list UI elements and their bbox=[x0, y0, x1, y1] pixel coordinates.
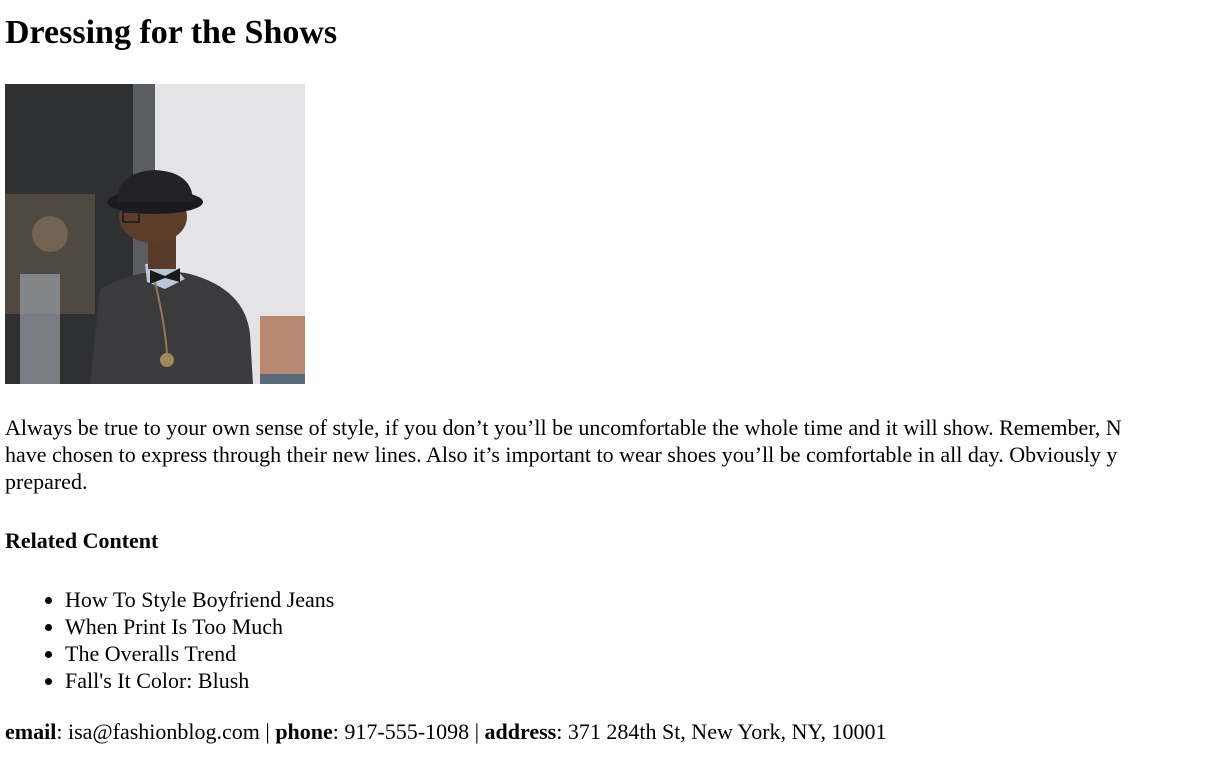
related-content-heading: Related Content bbox=[5, 528, 159, 553]
page-title: Dressing for the Shows bbox=[5, 14, 338, 51]
photo-illustration bbox=[5, 84, 305, 384]
address-value: 371 284th St, New York, NY, 10001 bbox=[567, 719, 887, 744]
phone-label: phone bbox=[275, 719, 333, 744]
article-body-line: have chosen to express through their new… bbox=[5, 442, 1118, 467]
separator: | bbox=[474, 719, 479, 744]
hero-image bbox=[5, 84, 305, 384]
related-item[interactable]: Fall's It Color: Blush bbox=[65, 667, 334, 694]
address-label: address bbox=[484, 719, 557, 744]
article-body-line: prepared. bbox=[5, 469, 88, 494]
related-item[interactable]: How To Style Boyfriend Jeans bbox=[65, 586, 334, 613]
related-content-list: How To Style Boyfriend Jeans When Print … bbox=[5, 586, 334, 694]
contact-info: email: isa@fashionblog.com | phone: 917-… bbox=[5, 719, 887, 744]
separator: | bbox=[265, 719, 270, 744]
phone-value: 917-555-1098 bbox=[344, 719, 470, 744]
article-body: Always be true to your own sense of styl… bbox=[5, 414, 1214, 495]
related-item[interactable]: When Print Is Too Much bbox=[65, 613, 334, 640]
email-label: email bbox=[5, 719, 57, 744]
related-item[interactable]: The Overalls Trend bbox=[65, 640, 334, 667]
email-value: isa@fashionblog.com bbox=[67, 719, 260, 744]
article-body-line: Always be true to your own sense of styl… bbox=[5, 415, 1122, 440]
